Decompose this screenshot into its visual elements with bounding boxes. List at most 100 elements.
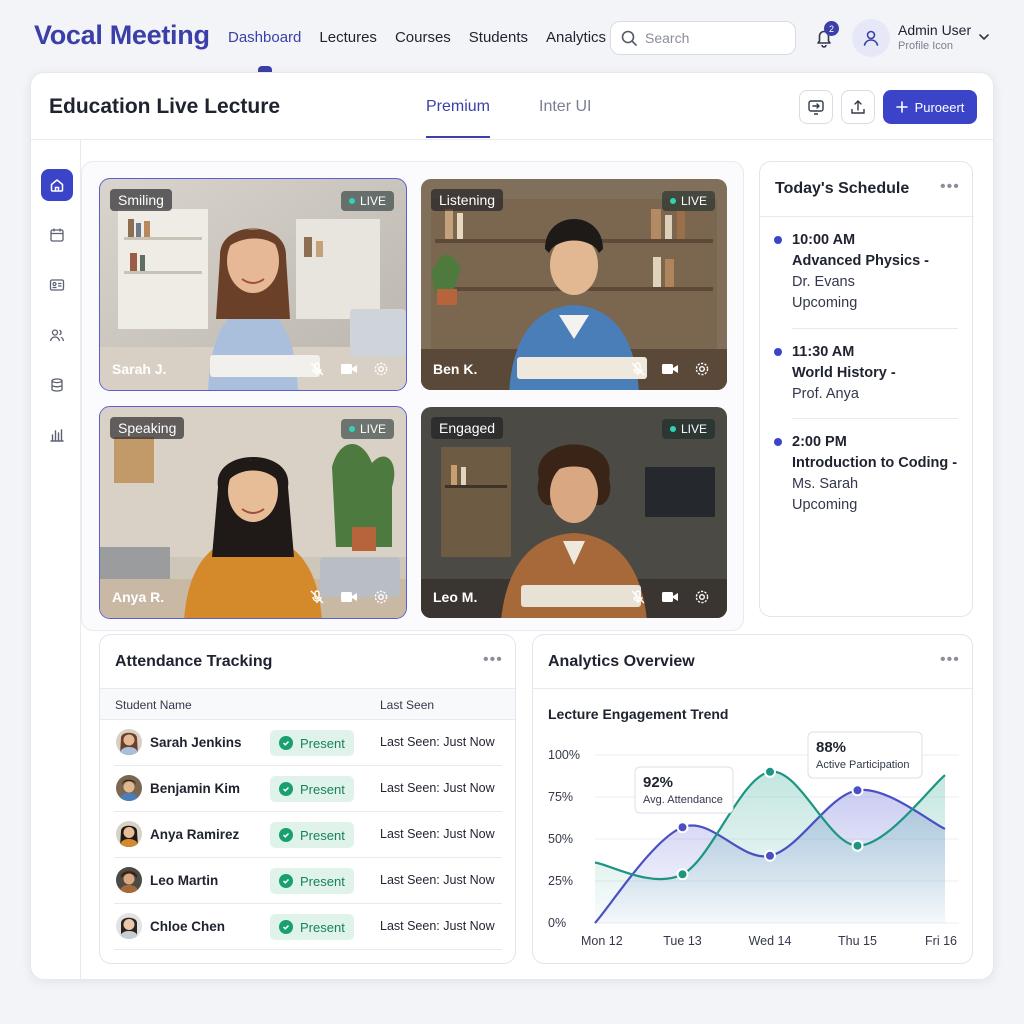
nav-lectures[interactable]: Lectures — [319, 29, 377, 46]
chevron-down-icon[interactable] — [978, 31, 990, 43]
screen-share-icon — [808, 100, 824, 115]
main-nav: Dashboard Lectures Courses Students Anal… — [228, 29, 624, 46]
video-settings-button[interactable] — [372, 588, 390, 606]
data-point — [764, 849, 776, 862]
video-grid-panel: Smiling LIVE Sarah J. Listening LIVE Ben… — [81, 161, 744, 631]
mic-off-icon — [631, 590, 645, 604]
more-options-icon[interactable]: ••• — [483, 651, 503, 669]
student-name: Benjamin Kim — [150, 781, 241, 796]
table-row[interactable]: Anya Ramirez Present Last Seen: Just Now — [114, 812, 502, 858]
more-options-icon[interactable]: ••• — [940, 178, 960, 196]
main-card: Education Live Lecture Premium Inter UI … — [30, 72, 994, 980]
camera-button[interactable] — [340, 360, 358, 378]
y-tick-label: 50% — [548, 832, 573, 846]
x-tick-label: Fri 16 — [925, 934, 957, 948]
last-seen: Last Seen: Just Now — [380, 919, 495, 933]
y-tick-label: 25% — [548, 874, 573, 888]
student-name: Sarah Jenkins — [150, 735, 242, 750]
camera-button[interactable] — [661, 588, 679, 606]
schedule-time: 10:00 AM — [792, 232, 856, 248]
schedule-item[interactable]: 2:00 PM Introduction to Coding - Ms. Sar… — [774, 432, 964, 516]
video-status-tag: Smiling — [110, 189, 172, 211]
video-tile-ben[interactable]: Listening LIVE Ben K. — [421, 179, 727, 390]
nav-analytics[interactable]: Analytics — [546, 29, 606, 46]
schedule-time: 11:30 AM — [792, 344, 855, 360]
user-avatar[interactable] — [852, 19, 890, 57]
brand-logo[interactable]: Vocal Meeting — [34, 20, 210, 51]
video-tile-leo[interactable]: Engaged LIVE Leo M. — [421, 407, 727, 618]
schedule-item[interactable]: 10:00 AM Advanced Physics - Dr. Evans Up… — [774, 230, 964, 314]
nav-dashboard[interactable]: Dashboard — [228, 29, 301, 46]
tab-premium[interactable]: Premium — [426, 98, 490, 116]
header-divider — [31, 139, 993, 140]
user-icon — [863, 30, 879, 46]
mic-off-icon — [310, 590, 324, 604]
column-header-student[interactable]: Student Name — [115, 698, 192, 712]
schedule-divider — [792, 328, 958, 329]
primary-action-button[interactable]: Puroeert — [883, 90, 977, 124]
sidebar-item-id-card[interactable] — [41, 269, 73, 301]
video-tile-sarah[interactable]: Smiling LIVE Sarah J. — [99, 178, 407, 391]
home-icon — [50, 179, 64, 192]
schedule-instructor: Ms. Sarah — [792, 476, 859, 492]
sidebar-item-analytics[interactable] — [41, 419, 73, 451]
table-row[interactable]: Leo Martin Present Last Seen: Just Now — [114, 858, 502, 904]
video-settings-button[interactable] — [693, 588, 711, 606]
table-row[interactable]: Sarah Jenkins Present Last Seen: Just No… — [114, 720, 502, 766]
mute-mic-button[interactable] — [629, 360, 647, 378]
data-point — [676, 821, 689, 834]
schedule-instructor: Dr. Evans — [792, 274, 855, 290]
search-input[interactable] — [645, 30, 785, 46]
sidebar-item-calendar[interactable] — [41, 219, 73, 251]
data-point — [851, 784, 864, 797]
upload-button[interactable] — [841, 90, 875, 124]
table-row[interactable]: Chloe Chen Present Last Seen: Just Now — [114, 904, 502, 950]
tab-inter-ui[interactable]: Inter UI — [539, 98, 591, 116]
video-tile-anya[interactable]: Speaking LIVE Anya R. — [99, 406, 407, 619]
sidebar-item-home[interactable] — [41, 169, 73, 201]
x-tick-label: Tue 13 — [663, 934, 702, 948]
camera-button[interactable] — [340, 588, 358, 606]
timeline-dot — [774, 438, 782, 446]
check-icon — [279, 828, 293, 842]
mute-mic-button[interactable] — [308, 360, 326, 378]
user-name[interactable]: Admin User — [898, 22, 971, 38]
nav-students[interactable]: Students — [469, 29, 528, 46]
y-tick-label: 100% — [548, 748, 580, 762]
table-header: Student Name Last Seen — [100, 688, 515, 720]
column-header-last-seen[interactable]: Last Seen — [380, 698, 434, 712]
participant-name: Anya R. — [112, 589, 165, 605]
participant-name: Sarah J. — [112, 361, 167, 377]
page-title: Education Live Lecture — [49, 95, 281, 118]
sidebar-item-database[interactable] — [41, 369, 73, 401]
video-settings-button[interactable] — [693, 360, 711, 378]
share-screen-button[interactable] — [799, 90, 833, 124]
video-status-tag: Listening — [431, 189, 504, 211]
status-badge: Present — [270, 730, 354, 756]
schedule-course: Introduction to Coding - — [792, 455, 958, 471]
engagement-line-chart[interactable]: 0% 25% 50% 75% 100% Mon 12 Tue 13 Wed 14 Thu 15 F… — [533, 635, 973, 964]
participant-name: Leo M. — [433, 589, 478, 605]
notification-badge: 2 — [824, 21, 839, 36]
avatar — [116, 867, 142, 893]
mute-mic-button[interactable] — [629, 588, 647, 606]
nav-courses[interactable]: Courses — [395, 29, 451, 46]
active-tab-indicator — [426, 136, 490, 138]
schedule-item[interactable]: 11:30 AM World History - Prof. Anya — [774, 342, 964, 405]
plus-icon — [895, 101, 908, 113]
video-camera-icon — [662, 364, 678, 374]
camera-button[interactable] — [661, 360, 679, 378]
sidebar-item-users[interactable] — [41, 319, 73, 351]
schedule-divider — [792, 418, 958, 419]
schedule-status: Upcoming — [792, 497, 858, 513]
timeline-dot — [774, 348, 782, 356]
check-icon — [279, 920, 293, 934]
video-settings-button[interactable] — [372, 360, 390, 378]
search-box[interactable] — [610, 21, 796, 55]
mute-mic-button[interactable] — [308, 588, 326, 606]
sidebar — [31, 140, 81, 979]
schedule-divider — [760, 216, 974, 217]
x-tick-label: Mon 12 — [581, 934, 623, 948]
table-row[interactable]: Benjamin Kim Present Last Seen: Just Now — [114, 766, 502, 812]
last-seen: Last Seen: Just Now — [380, 873, 495, 887]
